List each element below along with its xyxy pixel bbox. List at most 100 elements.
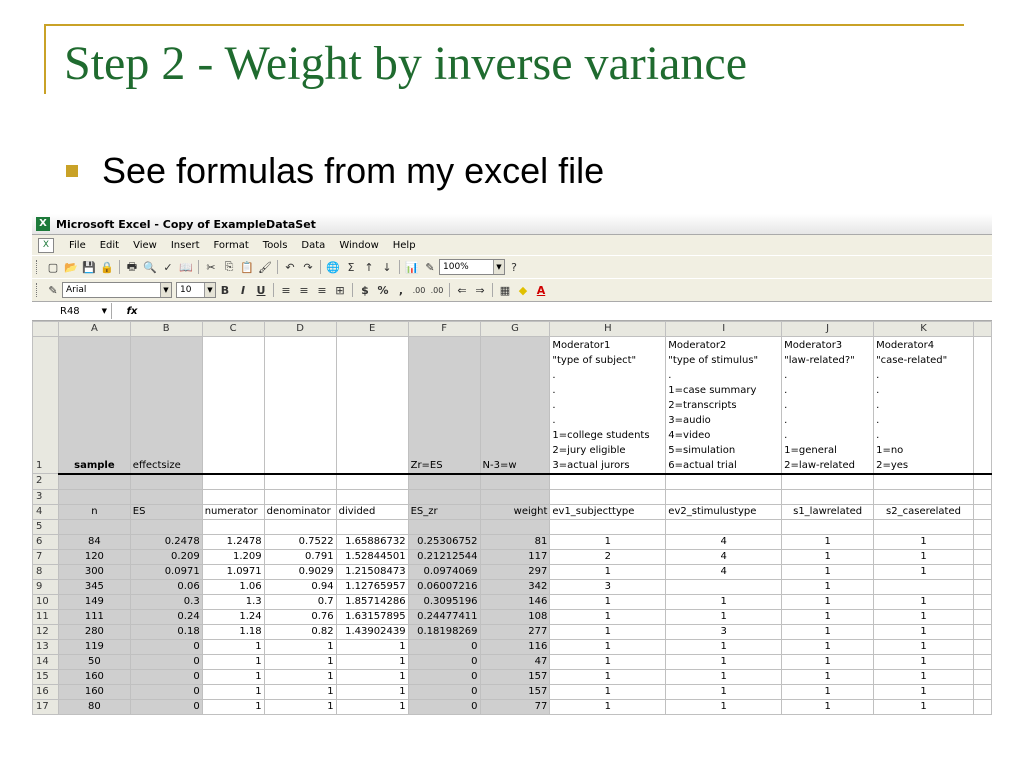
font-color-icon[interactable]: A xyxy=(533,282,549,298)
cell[interactable]: 0 xyxy=(407,683,481,700)
cell[interactable] xyxy=(263,518,337,535)
cell[interactable]: 1 xyxy=(873,653,974,670)
row-header[interactable]: 14 xyxy=(32,653,59,670)
cell[interactable]: 1 xyxy=(665,683,783,700)
decrease-indent-button[interactable]: ⇐ xyxy=(454,282,470,298)
cell[interactable]: 1.65886732 xyxy=(335,533,409,550)
cell[interactable]: sample xyxy=(57,336,131,475)
cell[interactable]: 1 xyxy=(873,683,974,700)
cell[interactable] xyxy=(479,473,551,490)
cell[interactable]: ev2_stimulustype xyxy=(665,503,783,520)
cell[interactable]: weight xyxy=(479,503,551,520)
cell[interactable]: n xyxy=(57,503,131,520)
percent-button[interactable]: % xyxy=(375,282,391,298)
open-icon[interactable]: 📂 xyxy=(63,259,79,275)
cell[interactable] xyxy=(972,698,992,715)
cell[interactable] xyxy=(407,518,481,535)
cell[interactable]: 1 xyxy=(263,683,337,700)
cell[interactable]: 1 xyxy=(781,638,875,655)
cell[interactable]: 297 xyxy=(479,563,551,580)
chevron-down-icon[interactable]: ▼ xyxy=(160,283,171,297)
cell[interactable]: 1 xyxy=(781,578,875,595)
cell[interactable] xyxy=(972,623,992,640)
formula-input[interactable] xyxy=(152,303,992,319)
cell[interactable]: 1 xyxy=(263,698,337,715)
menu-insert[interactable]: Insert xyxy=(169,239,202,252)
cell[interactable] xyxy=(263,473,337,490)
cell[interactable]: 84 xyxy=(57,533,131,550)
cell[interactable]: 0.3095196 xyxy=(407,593,481,610)
row-header[interactable]: 9 xyxy=(32,578,59,595)
cell[interactable]: 157 xyxy=(479,668,551,685)
cell[interactable]: 0.06 xyxy=(129,578,203,595)
cell[interactable]: 1 xyxy=(665,593,783,610)
cell[interactable]: 117 xyxy=(479,548,551,565)
column-header-i[interactable]: I xyxy=(665,321,783,337)
row-header[interactable]: 2 xyxy=(32,473,59,490)
undo-icon[interactable]: ↶ xyxy=(282,259,298,275)
cell[interactable]: 1 xyxy=(873,533,974,550)
column-header-extra[interactable] xyxy=(972,321,992,337)
cell[interactable] xyxy=(407,473,481,490)
paste-icon[interactable]: 📋 xyxy=(239,259,255,275)
format-painter-icon[interactable]: 🖌 xyxy=(257,259,273,275)
cell[interactable]: 0.791 xyxy=(263,548,337,565)
menu-help[interactable]: Help xyxy=(391,239,418,252)
moderator2-cell[interactable]: Moderator2 "type of stimulus". 1=case summ… xyxy=(665,336,783,475)
cell[interactable]: 0.209 xyxy=(129,548,203,565)
italic-button[interactable]: I xyxy=(235,282,251,298)
copy-icon[interactable]: ⎘ xyxy=(221,259,237,275)
redo-icon[interactable]: ↷ xyxy=(300,259,316,275)
cell[interactable]: 1 xyxy=(549,668,667,685)
cell[interactable]: 0.24477411 xyxy=(407,608,481,625)
underline-button[interactable]: U xyxy=(253,282,269,298)
cell[interactable]: 50 xyxy=(57,653,131,670)
menu-window[interactable]: Window xyxy=(337,239,380,252)
cell[interactable]: 81 xyxy=(479,533,551,550)
cell[interactable] xyxy=(263,488,337,505)
merge-center-icon[interactable]: ⊞ xyxy=(332,282,348,298)
cell[interactable] xyxy=(335,488,409,505)
cell[interactable]: 0.0971 xyxy=(129,563,203,580)
cell[interactable]: 1 xyxy=(201,638,265,655)
cell[interactable] xyxy=(665,518,783,535)
moderator3-cell[interactable]: Moderator3 "law-related?"..... 1=general 2=… xyxy=(781,336,875,475)
cell[interactable]: 80 xyxy=(57,698,131,715)
cell[interactable]: 1 xyxy=(781,653,875,670)
row-header[interactable]: 7 xyxy=(32,548,59,565)
cell[interactable]: 1 xyxy=(549,608,667,625)
cell[interactable]: 1 xyxy=(665,653,783,670)
row-header[interactable]: 11 xyxy=(32,608,59,625)
cell[interactable]: 1 xyxy=(873,698,974,715)
cell[interactable] xyxy=(57,518,131,535)
cell[interactable] xyxy=(335,336,409,475)
menu-tools[interactable]: Tools xyxy=(261,239,290,252)
cell[interactable] xyxy=(972,683,992,700)
cell[interactable] xyxy=(972,533,992,550)
column-header-a[interactable]: A xyxy=(57,321,131,337)
cell[interactable]: 47 xyxy=(479,653,551,670)
cell[interactable]: 1.52844501 xyxy=(335,548,409,565)
cell[interactable]: 146 xyxy=(479,593,551,610)
cell[interactable]: 0 xyxy=(129,653,203,670)
align-center-icon[interactable]: ≡ xyxy=(296,282,312,298)
cell[interactable] xyxy=(972,653,992,670)
new-icon[interactable]: ▢ xyxy=(45,259,61,275)
workbook-icon[interactable]: X xyxy=(38,237,54,253)
cell[interactable]: 1 xyxy=(781,533,875,550)
styles-icon[interactable]: ✎ xyxy=(45,282,61,298)
research-icon[interactable]: 📖 xyxy=(178,259,194,275)
cell[interactable]: 1.0971 xyxy=(201,563,265,580)
column-header-c[interactable]: C xyxy=(201,321,265,337)
cell[interactable]: 0 xyxy=(129,698,203,715)
cell[interactable] xyxy=(972,563,992,580)
chevron-down-icon[interactable]: ▼ xyxy=(204,283,215,297)
cell[interactable]: 1 xyxy=(549,623,667,640)
cell[interactable]: ev1_subjecttype xyxy=(549,503,667,520)
cell[interactable]: 280 xyxy=(57,623,131,640)
row-header[interactable]: 10 xyxy=(32,593,59,610)
save-icon[interactable]: 💾 xyxy=(81,259,97,275)
font-size-select[interactable]: 10 ▼ xyxy=(176,282,216,298)
permission-icon[interactable]: 🔒 xyxy=(99,259,115,275)
cell[interactable] xyxy=(873,578,974,595)
